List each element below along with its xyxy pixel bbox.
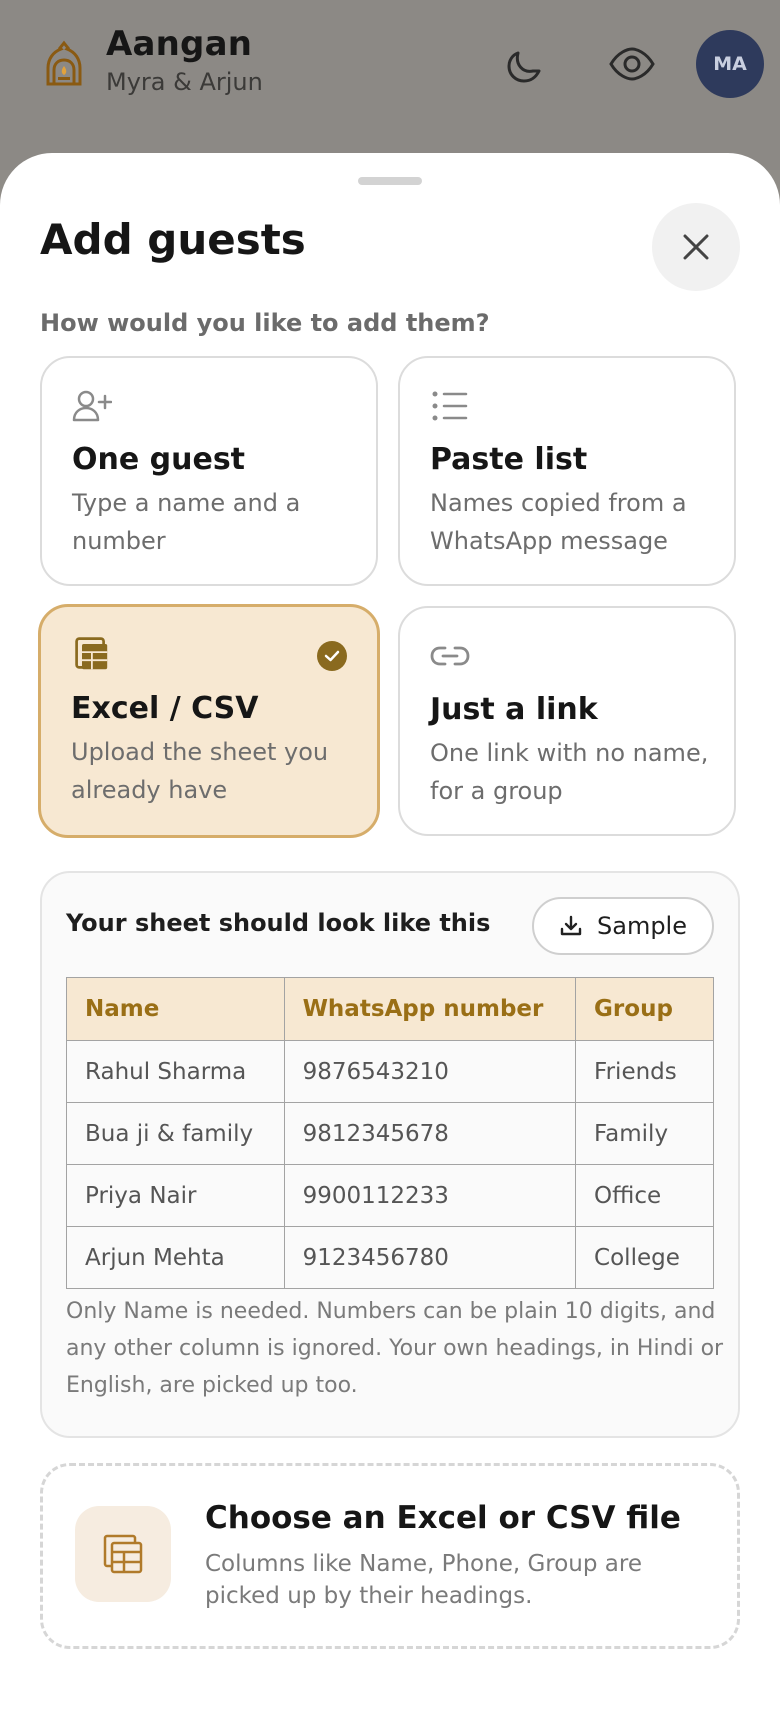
option-description: Upload the sheet you already have [71,738,329,804]
cell-number: 9876543210 [283,1040,577,1103]
sample-format-panel: Your sheet should look like this Sample … [40,871,740,1438]
app-subtitle: Myra & Arjun [106,68,263,96]
sample-panel-title: Your sheet should look like this [66,909,491,937]
table-row: Arjun Mehta 9123456780 College [66,1226,714,1289]
option-paste-list[interactable]: Paste list Names copied from a WhatsApp … [398,356,736,586]
add-guests-sheet: Add guests How would you like to add the… [0,153,780,1713]
column-header-whatsapp: WhatsApp number [283,977,577,1041]
cell-group: Family [575,1102,714,1165]
avatar[interactable]: MA [696,30,764,98]
table-row: Bua ji & family 9812345678 Family [66,1102,714,1165]
column-header-name: Name [66,977,285,1041]
option-title: Paste list [430,442,588,477]
option-just-a-link[interactable]: Just a link One link with no name, for a… [398,606,736,836]
close-button[interactable] [652,203,740,291]
sample-table: Name WhatsApp number Group Rahul Sharma … [66,977,714,1289]
option-excel-csv[interactable]: Excel / CSV Upload the sheet you already… [38,604,380,838]
cell-group: Friends [575,1040,714,1103]
option-one-guest[interactable]: One guest Type a name and a number [40,356,378,586]
spreadsheet-icon [75,637,108,670]
option-description: Names copied from a WhatsApp message [430,489,687,555]
upload-icon-tile [75,1506,171,1602]
download-icon [560,915,582,936]
upload-description: Columns like Name, Phone, Group are pick… [205,1551,642,1609]
cell-name: Rahul Sharma [66,1040,285,1103]
cell-group: Office [575,1164,714,1227]
add-user-icon [72,390,112,422]
list-icon [432,391,468,421]
selected-check-icon [317,641,347,671]
sample-button-label: Sample [597,912,687,940]
upload-title: Choose an Excel or CSV file [205,1500,681,1536]
sample-panel-note: Only Name is needed. Numbers can be plai… [66,1299,724,1398]
cell-number: 9812345678 [283,1102,577,1165]
download-sample-button[interactable]: Sample [532,897,714,955]
eye-icon[interactable] [608,44,656,84]
table-row: Priya Nair 9900112233 Office [66,1164,714,1227]
table-header-row: Name WhatsApp number Group [66,977,714,1041]
moon-icon[interactable] [505,44,545,84]
option-title: One guest [72,442,246,477]
link-icon [430,646,470,666]
option-title: Just a link [430,692,598,727]
table-row: Rahul Sharma 9876543210 Friends [66,1040,714,1103]
cell-number: 9900112233 [283,1164,577,1227]
temple-lamp-icon [46,40,82,86]
option-description: One link with no name, for a group [430,739,709,805]
app-title: Aangan [106,24,253,64]
option-description: Type a name and a number [72,489,301,555]
method-question: How would you like to add them? [40,309,490,337]
cell-name: Bua ji & family [66,1102,285,1165]
close-icon [683,234,709,260]
app-header: Aangan Myra & Arjun MA [0,0,780,170]
option-title: Excel / CSV [71,691,259,726]
column-header-group: Group [575,977,714,1041]
cell-name: Arjun Mehta [66,1226,285,1289]
cell-name: Priya Nair [66,1164,285,1227]
file-upload-dropzone[interactable]: Choose an Excel or CSV file Columns like… [40,1463,740,1649]
spreadsheet-icon [103,1534,143,1574]
cell-group: College [575,1226,714,1289]
sheet-title: Add guests [40,215,306,264]
sheet-drag-handle[interactable] [358,177,422,185]
cell-number: 9123456780 [283,1226,577,1289]
